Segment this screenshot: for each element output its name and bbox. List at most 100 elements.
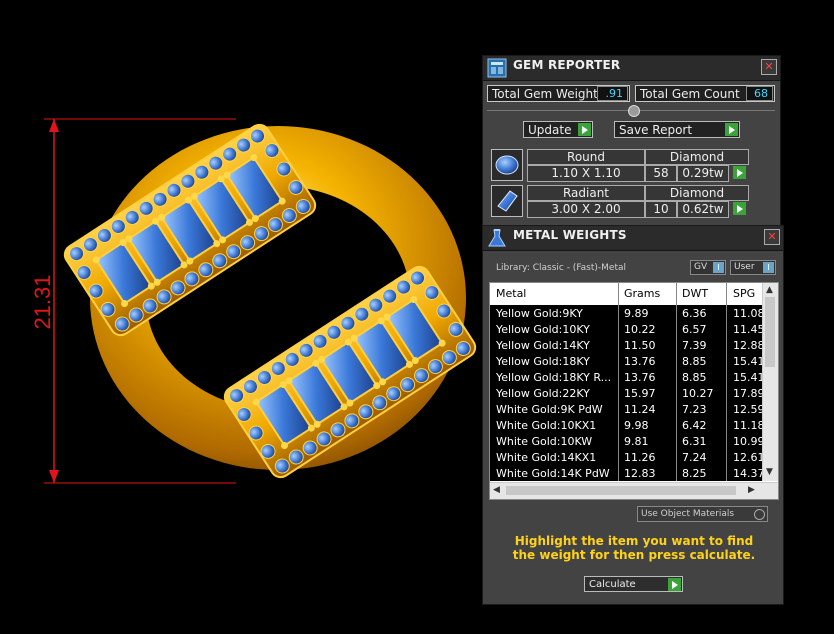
update-button-label: Update — [528, 123, 572, 137]
spg-cell: 17.89 — [733, 387, 762, 400]
round-gem-icon — [491, 149, 523, 181]
gem-reporter-close-button[interactable]: ✕ — [761, 59, 777, 75]
metal-table-row[interactable]: White Gold:14K PdW 12.83 8.25 14.37 — [490, 465, 762, 481]
use-object-materials-toggle[interactable]: Use Object Materials — [637, 506, 768, 522]
metal-table-row[interactable]: White Gold:10KW 9.81 6.31 10.99 — [490, 433, 762, 449]
grams-cell: 9.98 — [624, 419, 649, 432]
vertical-scrollbar[interactable]: ▲ ▼ — [762, 283, 778, 481]
total-gem-weight-value: .91 — [597, 86, 628, 101]
total-gem-weight-label: Total Gem Weight — [492, 87, 598, 101]
gem-count: 58 — [645, 165, 677, 182]
gem-reporter-title: GEM REPORTER — [513, 58, 621, 72]
vertical-scroll-thumb[interactable] — [765, 297, 775, 367]
splitter-handle-icon[interactable] — [628, 105, 640, 117]
splitter-bar[interactable] — [487, 105, 775, 117]
gem-reporter-panel: GEM REPORTER ✕ Total Gem Weight .91 Tota… — [482, 55, 781, 227]
gem-shape: Radiant — [527, 185, 645, 201]
metal-name-cell: White Gold:10KX1 — [496, 419, 597, 432]
grams-cell: 9.89 — [624, 307, 649, 320]
metal-name-cell: Yellow Gold:14KY — [496, 339, 590, 352]
metal-weights-close-button[interactable]: ✕ — [764, 229, 780, 245]
metal-table-row[interactable]: White Gold:9K PdW 11.24 7.23 12.59 — [490, 401, 762, 417]
gem-reporter-titlebar: GEM REPORTER ✕ — [483, 56, 780, 81]
scroll-up-icon[interactable]: ▲ — [766, 285, 773, 295]
total-gem-count-value: 68 — [746, 86, 773, 101]
gem-weight: 0.29tw — [677, 165, 729, 182]
column-header-grams[interactable]: Grams — [624, 287, 660, 300]
use-object-materials-label: Use Object Materials — [641, 509, 735, 519]
save-report-button-label: Save Report — [619, 123, 693, 137]
scroll-right-icon[interactable]: ▶ — [748, 485, 755, 495]
spg-cell: 10.99 — [733, 435, 762, 448]
dwt-cell: 7.23 — [682, 403, 707, 416]
radiant-gem-icon — [491, 185, 523, 217]
user-toggle[interactable]: User I — [730, 260, 776, 275]
grams-cell: 11.50 — [624, 339, 656, 352]
scroll-down-icon[interactable]: ▼ — [766, 467, 773, 477]
play-icon — [668, 578, 681, 591]
update-button[interactable]: Update — [523, 121, 593, 138]
column-header-dwt[interactable]: DWT — [682, 287, 708, 300]
spg-cell: 15.41 — [733, 355, 762, 368]
play-icon — [733, 166, 746, 179]
metal-table-row[interactable]: White Gold:14KX1 11.26 7.24 12.61 — [490, 449, 762, 465]
metal-name-cell: White Gold:10KW — [496, 435, 593, 448]
gem-shape: Round — [527, 149, 645, 165]
dwt-cell: 8.85 — [682, 371, 707, 384]
gem-size: 1.10 X 1.10 — [527, 165, 645, 182]
metal-table-row[interactable]: Yellow Gold:9KY 9.89 6.36 11.08 — [490, 305, 762, 321]
save-report-button[interactable]: Save Report — [614, 121, 740, 138]
grams-cell: 10.22 — [624, 323, 656, 336]
metal-table-row[interactable]: Yellow Gold:18KY 13.76 8.85 15.41 — [490, 353, 762, 369]
dwt-cell: 6.31 — [682, 435, 707, 448]
spg-cell: 11.18 — [733, 419, 762, 432]
gem-select-button[interactable] — [731, 202, 746, 217]
metal-weights-title: METAL WEIGHTS — [513, 228, 627, 242]
grams-cell: 15.97 — [624, 387, 656, 400]
metal-table-row[interactable]: White Gold:10KX1 9.98 6.42 11.18 — [490, 417, 762, 433]
gem-size: 3.00 X 2.00 — [527, 201, 645, 218]
metal-table[interactable]: Metal Grams DWT SPG Yellow Gold:9KY 9.89 6… — [489, 282, 779, 500]
metal-name-cell: Yellow Gold:10KY — [496, 323, 590, 336]
gem-row[interactable]: Round Diamond 1.10 X 1.10 58 0.29tw — [489, 148, 749, 182]
report-icon — [487, 58, 507, 78]
gem-type: Diamond — [645, 185, 749, 201]
scroll-left-icon[interactable]: ◀ — [493, 485, 500, 495]
gv-toggle[interactable]: GV I — [690, 260, 726, 275]
metal-table-row[interactable]: Yellow Gold:22KY 15.97 10.27 17.89 — [490, 385, 762, 401]
metal-name-cell: Yellow Gold:18KY — [496, 355, 590, 368]
dwt-cell: 6.42 — [682, 419, 707, 432]
gem-type: Diamond — [645, 149, 749, 165]
grams-cell: 12.83 — [624, 467, 656, 480]
metal-table-header: Metal Grams DWT SPG — [490, 283, 762, 305]
metal-name-cell: White Gold:14K PdW — [496, 467, 610, 480]
horizontal-scroll-thumb[interactable] — [506, 486, 736, 495]
column-header-spg[interactable]: SPG — [733, 287, 755, 300]
gem-select-button[interactable] — [731, 166, 746, 181]
spg-cell: 12.88 — [733, 339, 762, 352]
column-header-metal[interactable]: Metal — [496, 287, 526, 300]
gv-label: GV — [694, 262, 708, 272]
dwt-cell: 10.27 — [682, 387, 714, 400]
spg-cell: 12.61 — [733, 451, 762, 464]
gem-weight: 0.62tw — [677, 201, 729, 218]
info-icon: I — [713, 262, 724, 273]
metal-name-cell: White Gold:14KX1 — [496, 451, 597, 464]
metal-table-row[interactable]: Yellow Gold:14KY 11.50 7.39 12.88 — [490, 337, 762, 353]
spg-cell: 14.37 — [733, 467, 762, 480]
dwt-cell: 8.25 — [682, 467, 707, 480]
flask-icon — [488, 229, 506, 247]
metal-table-row[interactable]: Yellow Gold:10KY 10.22 6.57 11.45 — [490, 321, 762, 337]
metal-weights-panel: METAL WEIGHTS ✕ Library: Classic - (Fast… — [482, 225, 784, 605]
calculate-button[interactable]: Calculate — [584, 576, 683, 592]
info-icon: I — [763, 262, 774, 273]
dwt-cell: 6.57 — [682, 323, 707, 336]
spg-cell: 12.59 — [733, 403, 762, 416]
horizontal-scrollbar[interactable]: ◀ ▶ — [490, 482, 778, 499]
user-label: User — [734, 262, 755, 272]
metal-table-row[interactable]: Yellow Gold:18KY R... 13.76 8.85 15.41 — [490, 369, 762, 385]
metal-table-body: Yellow Gold:9KY 9.89 6.36 11.08 Yellow Gold:… — [490, 305, 762, 481]
dwt-cell: 8.85 — [682, 355, 707, 368]
metal-name-cell: Yellow Gold:22KY — [496, 387, 590, 400]
gem-row[interactable]: Radiant Diamond 3.00 X 2.00 10 0.62tw — [489, 184, 749, 218]
